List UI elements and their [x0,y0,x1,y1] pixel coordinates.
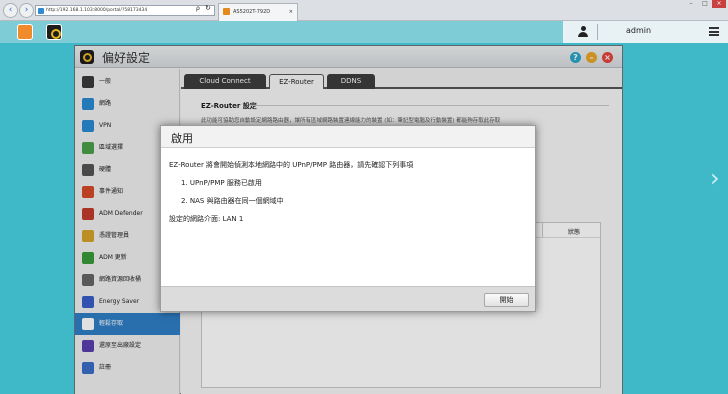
dialog-footer: 開始 [161,286,535,311]
dialog-header: 啟用 [161,126,535,148]
browser-toolbar: ‹ › http://192.168.1.103:8000/portal/?58… [0,0,728,21]
address-text: http://192.168.1.103:8000/portal/?581734… [46,8,148,13]
dialog-body: EZ-Router 將會開始偵測本地網路中的 UPnP/PMP 路由器，請先確認… [161,149,535,286]
requirement-item: 2. NAS 與路由器在同一個網域中 [181,197,284,205]
user-area: admin [563,21,728,43]
maximize-window-icon[interactable]: □ [698,0,712,8]
start-button[interactable]: 開始 [484,293,529,307]
forward-arrow-icon[interactable]: › [19,3,34,18]
refresh-icon[interactable]: ↻ [205,4,211,12]
settings-app-icon[interactable] [46,24,62,40]
tab-favicon-icon [223,8,230,15]
address-bar[interactable]: http://192.168.1.103:8000/portal/?581734… [35,5,215,16]
requirement-item: 1. UPnP/PMP 服務已啟用 [181,179,262,187]
browser-tab[interactable]: AS5202T-792D × [218,3,298,21]
rss-app-icon[interactable] [17,24,33,40]
chevron-right-icon[interactable]: › [710,164,720,192]
hamburger-menu-icon[interactable] [709,27,719,36]
tab-title: AS5202T-792D [233,9,271,15]
search-icon[interactable]: ρ [196,5,200,12]
username[interactable]: admin [626,26,651,35]
tab-close-icon[interactable]: × [289,4,293,20]
back-arrow-icon[interactable]: ‹ [3,3,18,18]
network-interface: 設定的網路介面: LAN 1 [169,215,244,223]
enable-dialog: 啟用 EZ-Router 將會開始偵測本地網路中的 UPnP/PMP 路由器，請… [160,125,536,312]
divider [597,24,598,40]
page-icon [38,8,44,14]
close-window-icon[interactable]: × [712,0,726,8]
dialog-title: 啟用 [171,132,193,145]
user-icon[interactable] [578,26,588,37]
minimize-window-icon[interactable]: – [684,0,698,8]
dialog-intro: EZ-Router 將會開始偵測本地網路中的 UPnP/PMP 路由器，請先確認… [169,161,414,169]
